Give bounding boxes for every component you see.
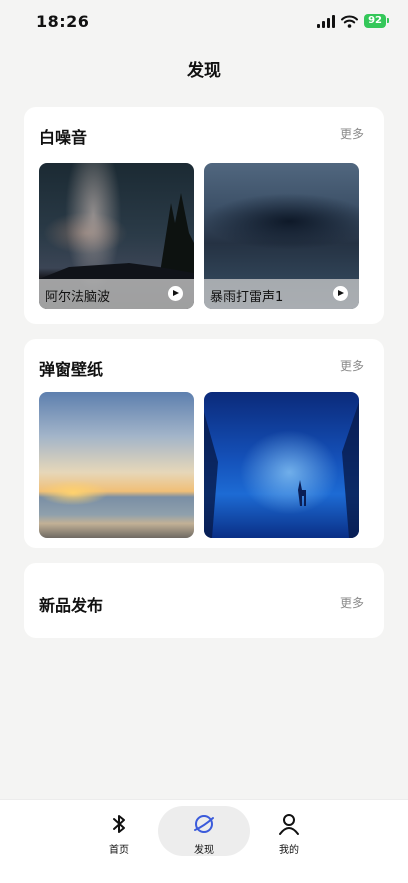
- wallpaper-more-link[interactable]: 更多: [340, 357, 364, 374]
- new-release-card: 新品发布 更多: [24, 563, 384, 638]
- page-title: 发现: [187, 61, 221, 81]
- tab-discover-label: 发现: [194, 845, 214, 856]
- rain-thunder-caption: 暴雨打雷声1: [210, 290, 284, 305]
- status-time: 18:26: [36, 12, 90, 31]
- sunset-wallpaper-tile[interactable]: [39, 392, 194, 538]
- cellular-signal-icon: [317, 14, 336, 28]
- play-icon[interactable]: [333, 286, 348, 301]
- wallpaper-title: 弹窗壁纸: [39, 360, 104, 379]
- new-release-title: 新品发布: [39, 596, 104, 615]
- alpha-wave-caption: 阿尔法脑波: [45, 290, 111, 305]
- white-noise-card: 白噪音 更多 阿尔法脑波 暴雨打雷声1: [24, 107, 384, 324]
- rain-thunder-tile[interactable]: 暴雨打雷声1: [204, 163, 359, 309]
- new-release-more-link[interactable]: 更多: [340, 594, 364, 611]
- tab-home[interactable]: 首页: [73, 806, 165, 856]
- status-icons: 92: [317, 14, 389, 28]
- bluetooth-icon: [113, 815, 125, 833]
- white-noise-title: 白噪音: [39, 128, 88, 147]
- moon-deer-illustration: [204, 402, 359, 538]
- alpha-wave-caption-bar: 阿尔法脑波: [39, 279, 194, 309]
- rain-thunder-caption-bar: 暴雨打雷声1: [204, 279, 359, 309]
- tab-home-label: 首页: [109, 845, 129, 856]
- alpha-wave-tile[interactable]: 阿尔法脑波: [39, 163, 194, 309]
- battery-icon: 92: [364, 14, 389, 28]
- person-icon: [279, 814, 299, 835]
- wifi-icon: [341, 15, 359, 28]
- play-icon[interactable]: [168, 286, 183, 301]
- bottom-tab-bar: 首页 发现 我的: [0, 799, 408, 883]
- moon-deer-wallpaper-tile[interactable]: [204, 392, 359, 538]
- tab-profile-label: 我的: [279, 845, 299, 856]
- wallpaper-card: 弹窗壁纸 更多: [24, 339, 384, 548]
- planet-icon: [194, 815, 214, 833]
- tab-profile[interactable]: 我的: [243, 806, 335, 856]
- status-bar: 18:26 92: [0, 0, 408, 44]
- tab-discover[interactable]: 发现: [158, 806, 250, 856]
- white-noise-more-link[interactable]: 更多: [340, 125, 364, 142]
